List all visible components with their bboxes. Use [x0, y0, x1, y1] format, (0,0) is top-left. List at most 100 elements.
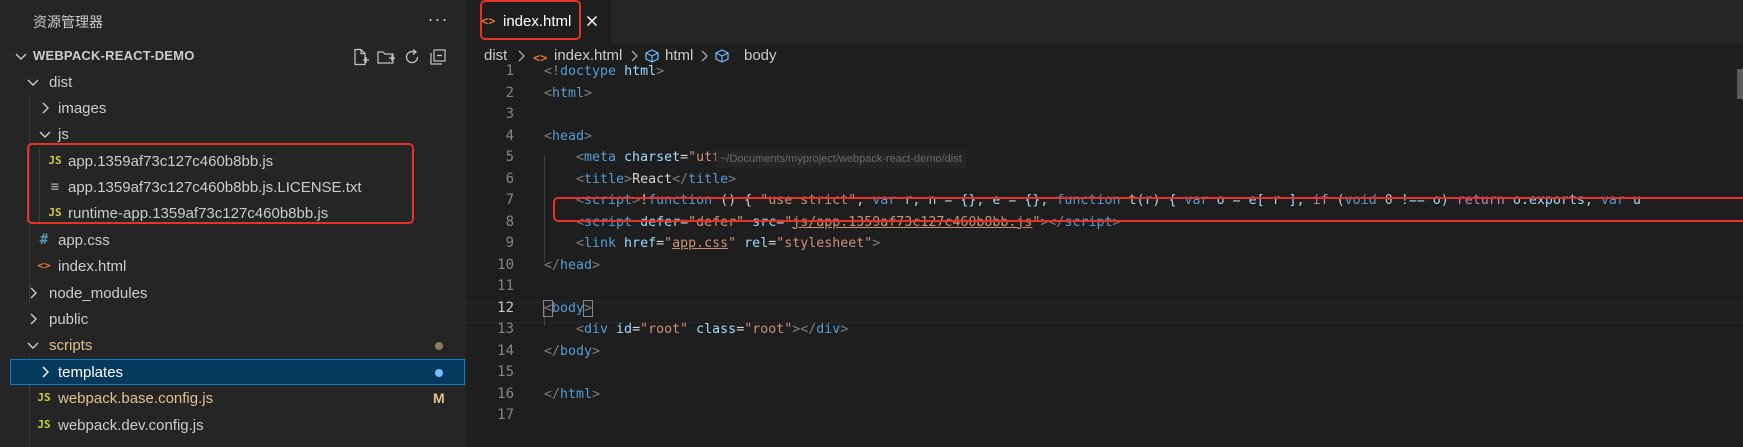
line-number: 3: [505, 106, 514, 122]
js-file-icon: JS: [37, 418, 51, 431]
css-file-icon: #: [39, 232, 49, 248]
explorer-sidebar: 资源管理器 ··· WEBPACK-REACT-DEMO dist images…: [0, 0, 467, 447]
line-number: 1: [505, 63, 514, 79]
tab-label: index.html: [503, 13, 572, 30]
tree-item-label: app.css: [58, 232, 110, 249]
line-number-active: 12: [497, 299, 514, 316]
tree-item-label: dist: [49, 74, 73, 91]
tree-folder-dist[interactable]: dist: [0, 69, 466, 95]
tree-item-label: webpack.dev.config.js: [58, 417, 204, 434]
line-number: 13: [497, 321, 514, 337]
js-file-icon: JS: [48, 206, 62, 219]
chevron-down-icon: [39, 131, 51, 138]
explorer-actions: [350, 47, 460, 67]
tree-file-runtime-js[interactable]: JS runtime-app.1359af73c127c460b8bb.js: [0, 200, 466, 226]
chevron-down-icon: [15, 53, 27, 60]
code-line-4: <head>: [544, 128, 593, 144]
tree-item-label: webpack.base.config.js: [58, 390, 214, 407]
tree-item-label: images: [58, 100, 107, 117]
code-line-1: <!doctype html>: [544, 64, 665, 79]
code-line-7: <script>!function () { "use strict"; var…: [576, 193, 1641, 208]
tree-folder-templates[interactable]: templates: [10, 359, 465, 385]
tree-file-webpack-dev[interactable]: JS webpack.dev.config.js: [0, 412, 466, 438]
html-file-icon: <>: [37, 259, 51, 272]
vertical-scrollbar[interactable]: [1737, 69, 1743, 99]
line-number: 16: [497, 385, 514, 402]
chevron-right-icon: [518, 50, 525, 62]
tree-item-label: scripts: [49, 337, 93, 354]
workspace-section-header[interactable]: WEBPACK-REACT-DEMO: [0, 43, 466, 69]
line-number: 14: [497, 342, 514, 359]
tree-item-label: app.1359af73c127c460b8bb.js.LICENSE.txt: [68, 179, 362, 196]
tree-folder-scripts[interactable]: scripts: [0, 332, 466, 358]
chevron-right-icon: [42, 102, 49, 114]
more-actions-icon[interactable]: ···: [425, 8, 451, 34]
line-number: 5: [505, 149, 514, 165]
line-number: 8: [505, 213, 514, 230]
path-hint-tooltip: ~/Documents/myproject/webpack-react-demo…: [716, 151, 966, 168]
breadcrumb-element-html[interactable]: html: [665, 47, 693, 65]
breadcrumb-element-body[interactable]: body: [744, 47, 777, 65]
collapse-all-icon[interactable]: [428, 47, 448, 67]
tree-folder-node-modules[interactable]: node_modules: [0, 280, 466, 306]
line-number: 9: [505, 235, 514, 251]
tree-file-license-txt[interactable]: ≡ app.1359af73c127c460b8bb.js.LICENSE.tx…: [0, 174, 466, 200]
code-line-9: <link href="app.css" rel="stylesheet">: [576, 236, 881, 251]
code-line-14: </body>: [544, 343, 601, 359]
code-editor[interactable]: 1 2 3 4 5 6 7 8 9 10 11 12 13 14 15 16 1…: [466, 63, 1743, 447]
tree-item-label: node_modules: [49, 285, 148, 302]
line-number: 15: [497, 364, 514, 380]
code-line-2: <html>: [544, 85, 593, 101]
line-number: 11: [497, 278, 514, 294]
tree-item-label: runtime-app.1359af73c127c460b8bb.js: [68, 205, 329, 222]
workspace-name: WEBPACK-REACT-DEMO: [33, 48, 195, 63]
code-line-16: </html>: [544, 386, 601, 402]
explorer-title: 资源管理器: [33, 14, 103, 30]
new-file-icon[interactable]: [350, 47, 370, 67]
chevron-right-icon: [42, 366, 49, 378]
tree-folder-images[interactable]: images: [0, 95, 466, 121]
html-file-icon: <>: [481, 14, 496, 28]
line-number: 7: [505, 192, 514, 208]
code-line-12: <body>: [542, 299, 594, 317]
tree-item-label: index.html: [58, 258, 127, 275]
explorer-header: 资源管理器 ···: [0, 0, 466, 43]
js-file-icon: JS: [37, 391, 51, 404]
line-number: 2: [505, 84, 514, 101]
modified-dot: [435, 342, 443, 350]
tree-item-label: public: [49, 311, 89, 328]
chevron-down-icon: [27, 79, 39, 86]
editor-area: <> index.html dist <> index.html html bo…: [466, 0, 1743, 447]
modified-dot: [435, 369, 443, 377]
git-modified-badge: M: [433, 390, 445, 406]
element-symbol-icon: [715, 49, 729, 63]
code-line-8: <script defer="defer" src="js/app.1359af…: [576, 214, 1121, 230]
tree-folder-js[interactable]: js: [0, 121, 466, 147]
code-line-10: </head>: [544, 257, 601, 273]
tab-bar: <> index.html: [466, 0, 1743, 43]
code-line-6: <title>React</title>: [576, 171, 737, 187]
line-number: 4: [505, 127, 514, 144]
chevron-right-icon: [30, 287, 37, 299]
tree-file-webpack-base[interactable]: JS webpack.base.config.js M: [0, 385, 466, 411]
tree-item-label: templates: [58, 364, 124, 381]
line-number: 10: [497, 256, 514, 273]
tree-file-app-js[interactable]: JS app.1359af73c127c460b8bb.js: [0, 148, 466, 174]
js-file-icon: JS: [48, 154, 62, 167]
chevron-down-icon: [27, 342, 39, 349]
tree-file-index-html[interactable]: <> index.html: [0, 253, 466, 279]
tree-item-label: app.1359af73c127c460b8bb.js: [68, 153, 274, 170]
line-number: 6: [505, 170, 514, 187]
close-icon[interactable]: [584, 13, 600, 29]
chevron-right-icon: [30, 313, 37, 325]
vscode-window: 资源管理器 ··· WEBPACK-REACT-DEMO dist images…: [0, 0, 1743, 447]
tree-folder-public[interactable]: public: [0, 306, 466, 332]
refresh-icon[interactable]: [402, 47, 422, 67]
text-file-icon: ≡: [50, 179, 60, 195]
tree-item-label: js: [58, 126, 69, 143]
code-line-13: <div id="root" class="root"></div>: [576, 322, 849, 337]
tab-index-html[interactable]: <> index.html: [466, 0, 611, 43]
line-number: 17: [497, 407, 514, 423]
new-folder-icon[interactable]: [376, 47, 396, 67]
tree-file-app-css[interactable]: # app.css: [0, 227, 466, 253]
